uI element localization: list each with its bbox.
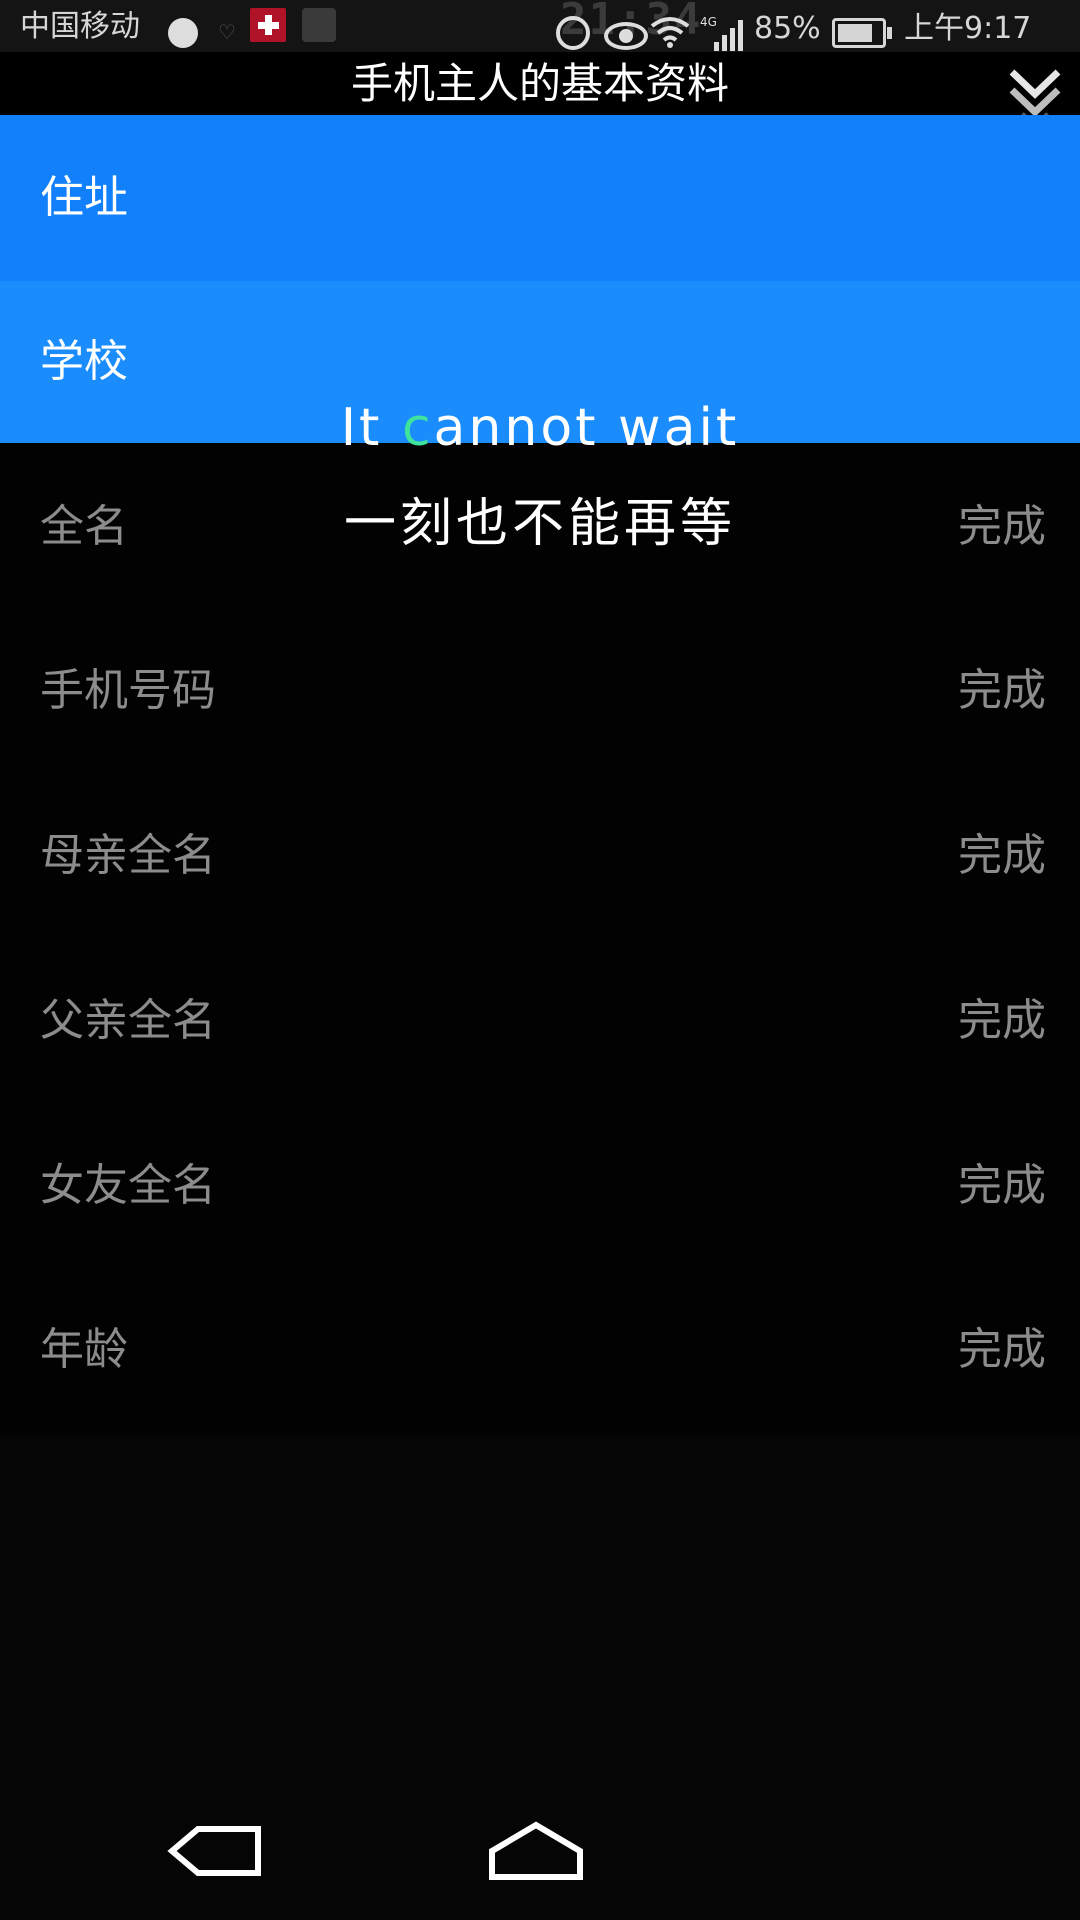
battery-percent: 85%: [754, 12, 821, 46]
alarm-icon: [556, 16, 590, 50]
list-item-phone-number[interactable]: 手机号码 完成: [0, 609, 1080, 773]
battery-icon: [832, 18, 886, 48]
lyric-chinese: 一刻也不能再等: [0, 494, 1080, 554]
list-item-label: 女友全名: [40, 1104, 216, 1268]
lyric-english-rest: annot wait: [434, 398, 740, 458]
screen: 21:34 中国移动 ♡ 4G 85% 上午9:17 手机主人的基本资料: [0, 0, 1080, 1920]
lyric-english-prefix: It: [341, 398, 402, 458]
list-item-age[interactable]: 年龄 完成: [0, 1268, 1080, 1432]
list-item-label: 手机号码: [40, 609, 216, 773]
network-type: 4G: [700, 15, 717, 29]
list-item-label: 父亲全名: [40, 939, 216, 1103]
lyric-english: It cannot wait: [0, 398, 1080, 458]
wifi-icon: [650, 14, 690, 48]
list-item-label: 母亲全名: [40, 774, 216, 938]
back-icon[interactable]: [166, 1825, 262, 1877]
list-item-status: 完成: [958, 774, 1046, 938]
list-item-father-name[interactable]: 父亲全名 完成: [0, 939, 1080, 1103]
list-item-status: 完成: [958, 609, 1046, 773]
list-item-address[interactable]: 住址: [0, 115, 1080, 281]
notification-swiss-icon: [250, 8, 286, 42]
title-bar: 手机主人的基本资料: [0, 52, 1080, 115]
list-item-label: 年龄: [40, 1268, 128, 1432]
notification-flame-icon: [168, 18, 198, 48]
list-item-status: 完成: [958, 1268, 1046, 1432]
lyric-english-highlight: c: [402, 398, 434, 458]
home-icon[interactable]: [488, 1821, 584, 1881]
list-item-girlfriend-name[interactable]: 女友全名 完成: [0, 1104, 1080, 1268]
notification-heart-icon: ♡: [218, 22, 240, 42]
list-item-status: 完成: [958, 1104, 1046, 1268]
signal-icon: 4G: [700, 14, 750, 52]
carrier-name: 中国移动: [20, 10, 140, 44]
list-item-status: 完成: [958, 939, 1046, 1103]
navigation-bar: [0, 1433, 1080, 1920]
notification-camera-icon: [302, 8, 336, 42]
page-title: 手机主人的基本资料: [0, 60, 1080, 108]
list-item-mother-name[interactable]: 母亲全名 完成: [0, 774, 1080, 938]
status-bar: 21:34 中国移动 ♡ 4G 85% 上午9:17: [0, 0, 1080, 52]
list-item-label: 住址: [40, 115, 128, 281]
eye-comfort-icon: [604, 22, 648, 50]
clock-time: 上午9:17: [904, 12, 1031, 46]
